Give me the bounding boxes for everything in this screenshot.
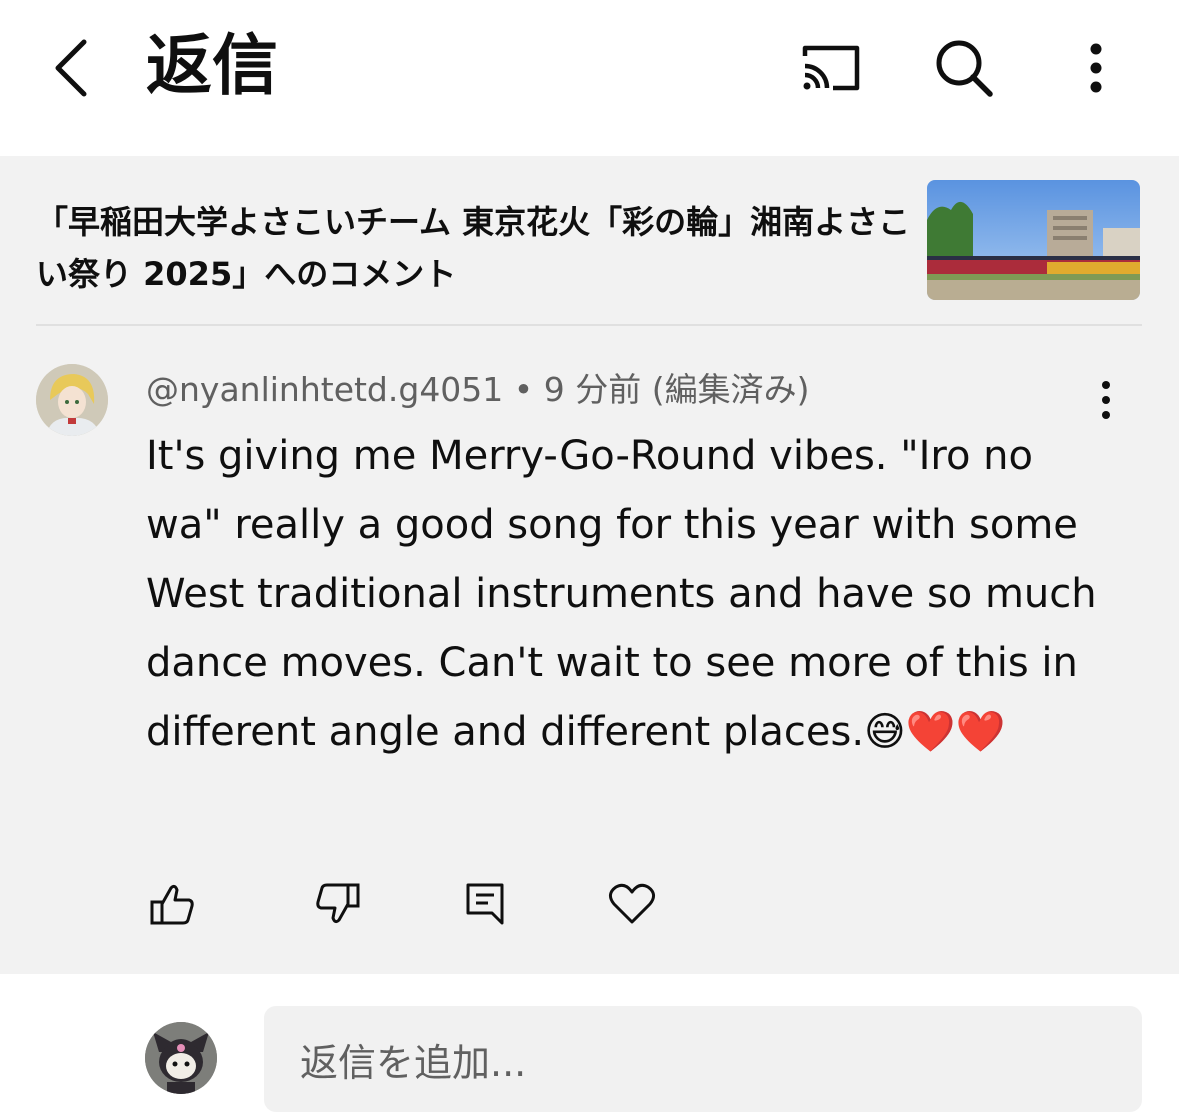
search-button[interactable] bbox=[930, 36, 998, 100]
dislike-button[interactable] bbox=[312, 878, 364, 930]
comment-meta: @nyanlinhtetd.g4051 • 9 分前 (編集済み) bbox=[146, 370, 810, 409]
more-options-button[interactable] bbox=[1062, 36, 1130, 100]
comment-actions bbox=[146, 878, 746, 934]
more-vert-icon bbox=[1090, 43, 1102, 93]
video-thumbnail[interactable] bbox=[927, 180, 1140, 300]
video-header[interactable]: 「早稲田大学よさこいチーム 東京花火「彩の輪」湘南よさこい祭り 2025」へのコ… bbox=[36, 180, 1142, 326]
page-title: 返信 bbox=[146, 27, 278, 104]
reply-input[interactable]: 返信を追加... bbox=[264, 1006, 1142, 1112]
comment-text: It's giving me Merry-Go-Round vibes. "Ir… bbox=[146, 433, 1097, 755]
comment-panel: 「早稲田大学よさこいチーム 東京花火「彩の輪」湘南よさこい祭り 2025」へのコ… bbox=[0, 156, 1179, 974]
avatar-image bbox=[145, 1022, 217, 1094]
reply-bar: 返信を追加... bbox=[0, 974, 1179, 1114]
video-title: 「早稲田大学よさこいチーム 東京花火「彩の輪」湘南よさこい祭り 2025」へのコ… bbox=[36, 203, 911, 293]
commenter-avatar[interactable] bbox=[36, 364, 108, 436]
like-button[interactable] bbox=[146, 878, 198, 930]
comment: @nyanlinhtetd.g4051 • 9 分前 (編集済み) It's g… bbox=[0, 356, 1179, 956]
back-button[interactable] bbox=[40, 32, 104, 104]
thumbs-down-icon bbox=[316, 883, 360, 924]
cast-button[interactable] bbox=[797, 36, 865, 100]
top-app-bar: 返信 bbox=[0, 0, 1179, 156]
avatar-image bbox=[36, 364, 108, 436]
heart-button[interactable] bbox=[606, 878, 658, 930]
reply-icon bbox=[466, 883, 504, 925]
thumbs-up-icon bbox=[150, 884, 194, 925]
reply-button[interactable] bbox=[459, 878, 511, 930]
search-icon bbox=[936, 40, 993, 97]
cast-icon bbox=[802, 45, 860, 91]
my-avatar bbox=[145, 1022, 217, 1094]
thumbnail-image bbox=[927, 180, 1140, 300]
back-icon bbox=[55, 39, 87, 97]
heart-icon bbox=[609, 883, 655, 924]
comment-more-button[interactable] bbox=[1086, 376, 1126, 424]
more-vert-icon bbox=[1102, 381, 1110, 419]
